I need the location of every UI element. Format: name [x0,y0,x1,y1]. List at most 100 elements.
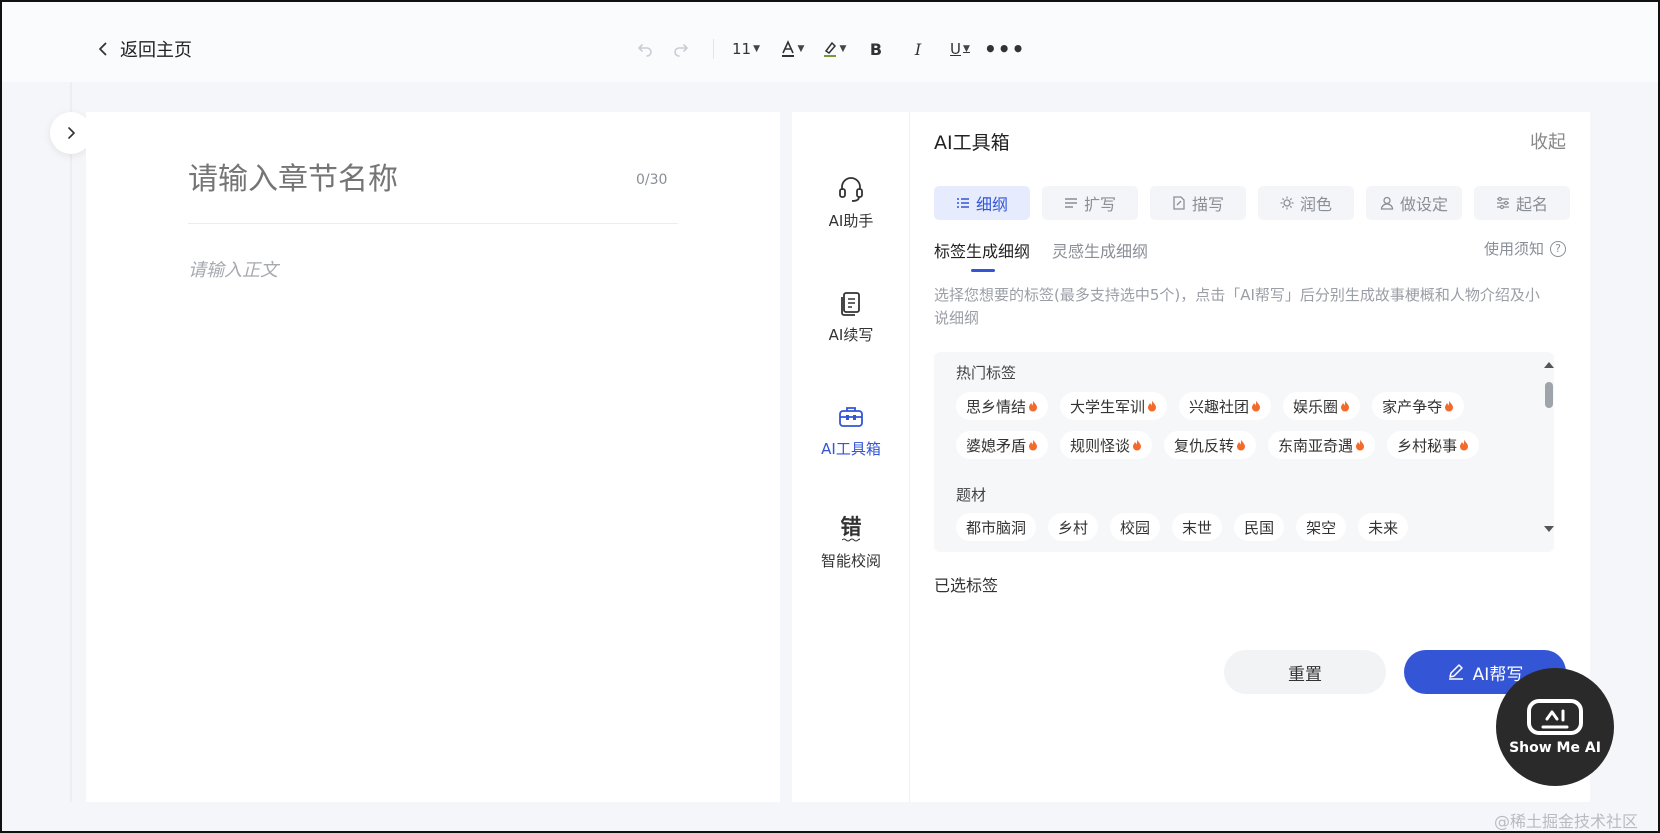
hot-tag[interactable]: 婆媳矛盾 [956,431,1049,459]
undo-icon [638,44,652,57]
redo-button[interactable] [663,32,699,66]
hot-tags-row-2: 婆媳矛盾 规则怪谈 复仇反转 东南亚奇遇 乡村秘事 [956,431,1480,459]
hot-tags-title: 热门标签 [956,364,1017,382]
flame-icon [1029,439,1038,451]
back-label: 返回主页 [120,40,192,61]
more-button[interactable]: ••• [984,32,1025,66]
tag-label: 乡村 [1058,518,1089,537]
usage-notice-link[interactable]: 使用须知 ? [1484,238,1566,259]
tag-picker: 热门标签 思乡情结 大学生军训 兴趣社团 娱乐圈 家产争夺 婆媳矛盾 规则怪谈 复仇反转 东南… [934,352,1554,552]
tab-describe[interactable]: 描写 [1150,186,1246,220]
lines-icon [1064,198,1077,208]
flame-icon [1133,439,1142,451]
nav-label: AI工具箱 [821,440,881,458]
pen-icon [1448,664,1463,680]
back-to-home-button[interactable]: 返回主页 [94,36,192,62]
toolbar-divider [713,39,714,59]
headset-icon [839,177,863,202]
subtab-tag-outline[interactable]: 标签生成细纲 [934,238,1030,272]
topic-tag[interactable]: 架空 [1296,513,1347,541]
nav-ai-toolbox[interactable]: AI工具箱 [792,402,910,459]
highlight-button[interactable]: ▼ [816,32,852,66]
undo-button[interactable] [627,32,663,66]
nav-ai-continue[interactable]: AI续写 [792,288,910,345]
tab-outline[interactable]: 细纲 [934,186,1030,220]
tool-tabs: 细纲 扩写 描写 润色 做设定 起名 [934,186,1570,220]
tag-label: 娱乐圈 [1293,397,1339,416]
tab-label: 描写 [1191,195,1224,214]
chapter-title-input[interactable] [188,162,578,197]
notice-label: 使用须知 [1483,240,1544,258]
hot-tags-row-1: 思乡情结 大学生军训 兴趣社团 娱乐圈 家产争夺 [956,392,1465,420]
sliders-icon [1496,196,1509,210]
caret-down-icon: ▼ [839,44,847,54]
scroll-down-icon[interactable] [1543,524,1555,534]
font-color-button[interactable]: ▼ [774,32,810,66]
top-toolbar: 返回主页 11 ▼ ▼ ▼ B I U ▼ ••• [2,2,1658,82]
toolbox-icon [839,407,863,427]
nav-smart-proofread[interactable]: 错 智能校阅 [792,514,910,571]
redo-icon [674,44,688,57]
flame-icon [1445,400,1454,412]
tag-label: 复仇反转 [1174,436,1235,455]
font-size-select[interactable]: 11 ▼ [728,32,764,66]
collapse-button[interactable]: 收起 [1530,128,1566,154]
hot-tag[interactable]: 家产争夺 [1372,392,1465,420]
hot-tag[interactable]: 东南亚奇遇 [1268,431,1376,459]
hot-tag[interactable]: 复仇反转 [1164,431,1257,459]
nav-label: AI续写 [828,326,874,344]
tag-label: 民国 [1244,518,1275,537]
logo-text: Show Me AI [1509,740,1601,756]
underline-button[interactable]: U ▼ [942,32,978,66]
flame-icon [1237,439,1246,451]
topic-tag[interactable]: 末世 [1172,513,1223,541]
chevron-left-icon [99,42,107,56]
selected-tags-label: 已选标签 [934,576,999,595]
tab-naming[interactable]: 起名 [1474,186,1570,220]
italic-button[interactable]: I [900,32,936,66]
instruction-text: 选择您想要的标签(最多支持选中5个)，点击「AI帮写」后分别生成故事梗概和人物介… [934,286,1540,327]
tab-label: 扩写 [1083,195,1116,214]
user-icon [1380,196,1394,210]
tag-label: 大学生军训 [1070,397,1146,416]
tab-polish[interactable]: 润色 [1258,186,1354,220]
topic-tag[interactable]: 校园 [1110,513,1161,541]
more-icon: ••• [984,37,1026,61]
topic-tag[interactable]: 未来 [1358,513,1409,541]
bold-button[interactable]: B [858,32,894,66]
subtab-inspiration-outline[interactable]: 灵感生成细纲 [1052,238,1148,272]
tab-expand[interactable]: 扩写 [1042,186,1138,220]
topic-tag[interactable]: 乡村 [1048,513,1099,541]
tag-scrollbar[interactable] [1542,352,1556,552]
tab-label: 做设定 [1399,195,1448,214]
tab-setting[interactable]: 做设定 [1366,186,1462,220]
scroll-thumb[interactable] [1545,382,1553,408]
topic-tag[interactable]: 民国 [1234,513,1285,541]
tag-label: 乡村秘事 [1397,436,1458,455]
scroll-up-icon[interactable] [1543,360,1555,370]
hot-tag[interactable]: 规则怪谈 [1060,431,1153,459]
tag-label: 婆媳矛盾 [966,436,1027,455]
topic-tag[interactable]: 都市脑洞 [956,513,1037,541]
underline-icon: U [950,40,962,58]
tag-label: 思乡情结 [966,397,1027,416]
hot-tag[interactable]: 兴趣社团 [1179,392,1272,420]
hot-tag[interactable]: 娱乐圈 [1283,392,1361,420]
nav-label: AI助手 [828,212,874,230]
hot-tag[interactable]: 大学生军训 [1060,392,1168,420]
nav-ai-assistant[interactable]: AI助手 [792,174,910,231]
tag-label: 规则怪谈 [1070,436,1131,455]
nav-label: 智能校阅 [820,552,881,570]
font-color-icon [781,40,794,57]
caret-down-icon: ▼ [753,44,760,54]
question-icon: ? [1550,240,1566,257]
topic-tags-title: 题材 [956,486,987,504]
edit-doc-icon [1173,196,1185,210]
hot-tag[interactable]: 乡村秘事 [1387,431,1480,459]
body-input[interactable]: 请输入正文 [188,256,278,282]
hot-tag[interactable]: 思乡情结 [956,392,1049,420]
flame-icon [1029,400,1038,412]
chevron-right-icon [68,127,75,139]
reset-button[interactable]: 重置 [1224,650,1386,694]
panel-title: AI工具箱 [934,132,1010,154]
